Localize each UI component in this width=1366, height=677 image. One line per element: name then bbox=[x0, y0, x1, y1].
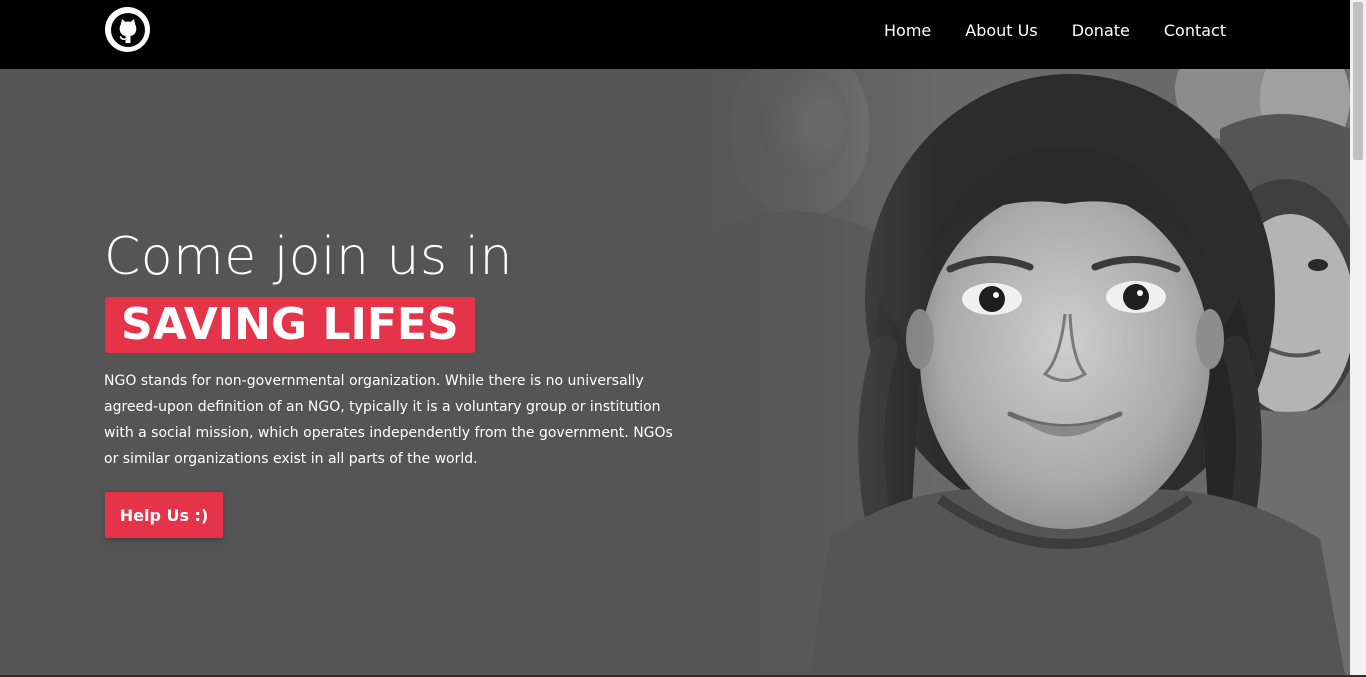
github-logo-svg bbox=[110, 12, 145, 47]
nav-link-donate[interactable]: Donate bbox=[1072, 20, 1130, 42]
hero-headline: Come join us in bbox=[104, 227, 513, 287]
nav-link-contact[interactable]: Contact bbox=[1164, 20, 1226, 42]
page: Home About Us Donate Contact Come join u… bbox=[0, 0, 1366, 677]
vertical-scrollbar[interactable] bbox=[1350, 0, 1366, 675]
hero-highlight-banner: SAVING LIFES bbox=[105, 297, 475, 353]
smiling-girl-photo bbox=[680, 69, 1350, 675]
hero-description: NGO stands for non-governmental organiza… bbox=[104, 373, 673, 467]
scrollbar-thumb[interactable] bbox=[1353, 2, 1363, 160]
hero-section: Come join us in SAVING LIFES NGO stands … bbox=[0, 69, 1350, 675]
nav-link-home[interactable]: Home bbox=[884, 20, 931, 42]
help-us-button[interactable]: Help Us :) bbox=[105, 492, 223, 538]
github-icon[interactable] bbox=[105, 7, 150, 52]
photo-fade-overlay bbox=[680, 69, 940, 675]
nav-links: Home About Us Donate Contact bbox=[884, 20, 1226, 42]
nav-link-about-us[interactable]: About Us bbox=[965, 20, 1037, 42]
navbar: Home About Us Donate Contact bbox=[0, 0, 1350, 69]
